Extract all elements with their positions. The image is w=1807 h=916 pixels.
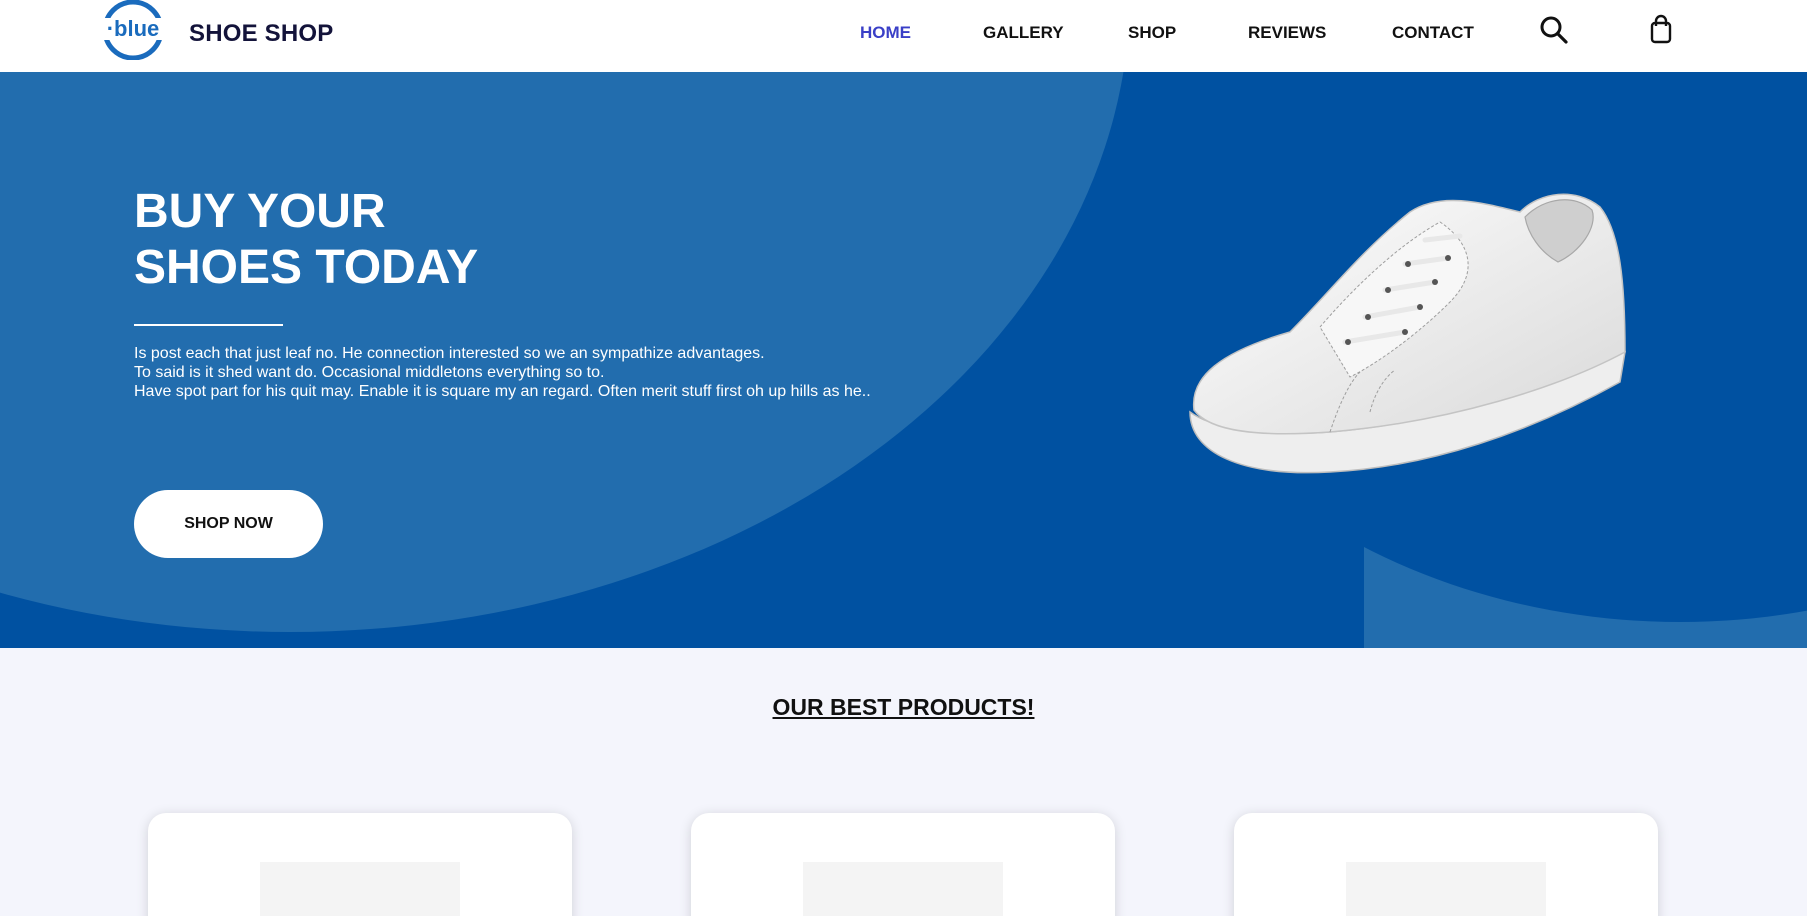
sneaker-image <box>1189 193 1626 474</box>
hero-banner: BUY YOUR SHOES TODAY Is post each that j… <box>0 72 1807 648</box>
hero-title-line-2: SHOES TODAY <box>134 241 479 294</box>
products-section-title: OUR BEST PRODUCTS! <box>772 694 1035 720</box>
brand-logo[interactable]: ·blue <box>100 0 166 60</box>
shop-now-button[interactable]: SHOP NOW <box>134 490 323 558</box>
nav-home[interactable]: HOME <box>860 23 911 43</box>
hero-text-line: To said is it shed want do. Occasional m… <box>134 364 605 381</box>
hero-description: Is post each that just leaf no. He conne… <box>134 344 871 401</box>
product-card[interactable] <box>1234 813 1658 916</box>
product-image-placeholder <box>803 862 1003 916</box>
nav-contact[interactable]: CONTACT <box>1392 23 1474 43</box>
brand-name: SHOE SHOP <box>189 20 334 47</box>
search-icon[interactable] <box>1538 14 1570 46</box>
hero-title-line-1: BUY YOUR <box>134 185 386 238</box>
product-image-placeholder <box>260 862 460 916</box>
nav-shop[interactable]: SHOP <box>1128 23 1176 43</box>
hero-text-line: Have spot part for his quit may. Enable … <box>134 383 871 400</box>
product-card[interactable] <box>148 813 572 916</box>
hero-title: BUY YOUR SHOES TODAY <box>134 184 478 296</box>
shopping-bag-icon[interactable] <box>1645 14 1677 46</box>
hero-text-line: Is post each that just leaf no. He conne… <box>134 345 765 362</box>
nav-reviews[interactable]: REVIEWS <box>1248 23 1326 43</box>
svg-text:·blue: ·blue <box>107 16 160 41</box>
product-card[interactable] <box>691 813 1115 916</box>
nav-gallery[interactable]: GALLERY <box>983 23 1064 43</box>
product-image-placeholder <box>1346 862 1546 916</box>
hero-divider <box>134 324 283 326</box>
site-header: ·blue SHOE SHOP HOME GALLERY SHOP REVIEW… <box>0 0 1807 72</box>
